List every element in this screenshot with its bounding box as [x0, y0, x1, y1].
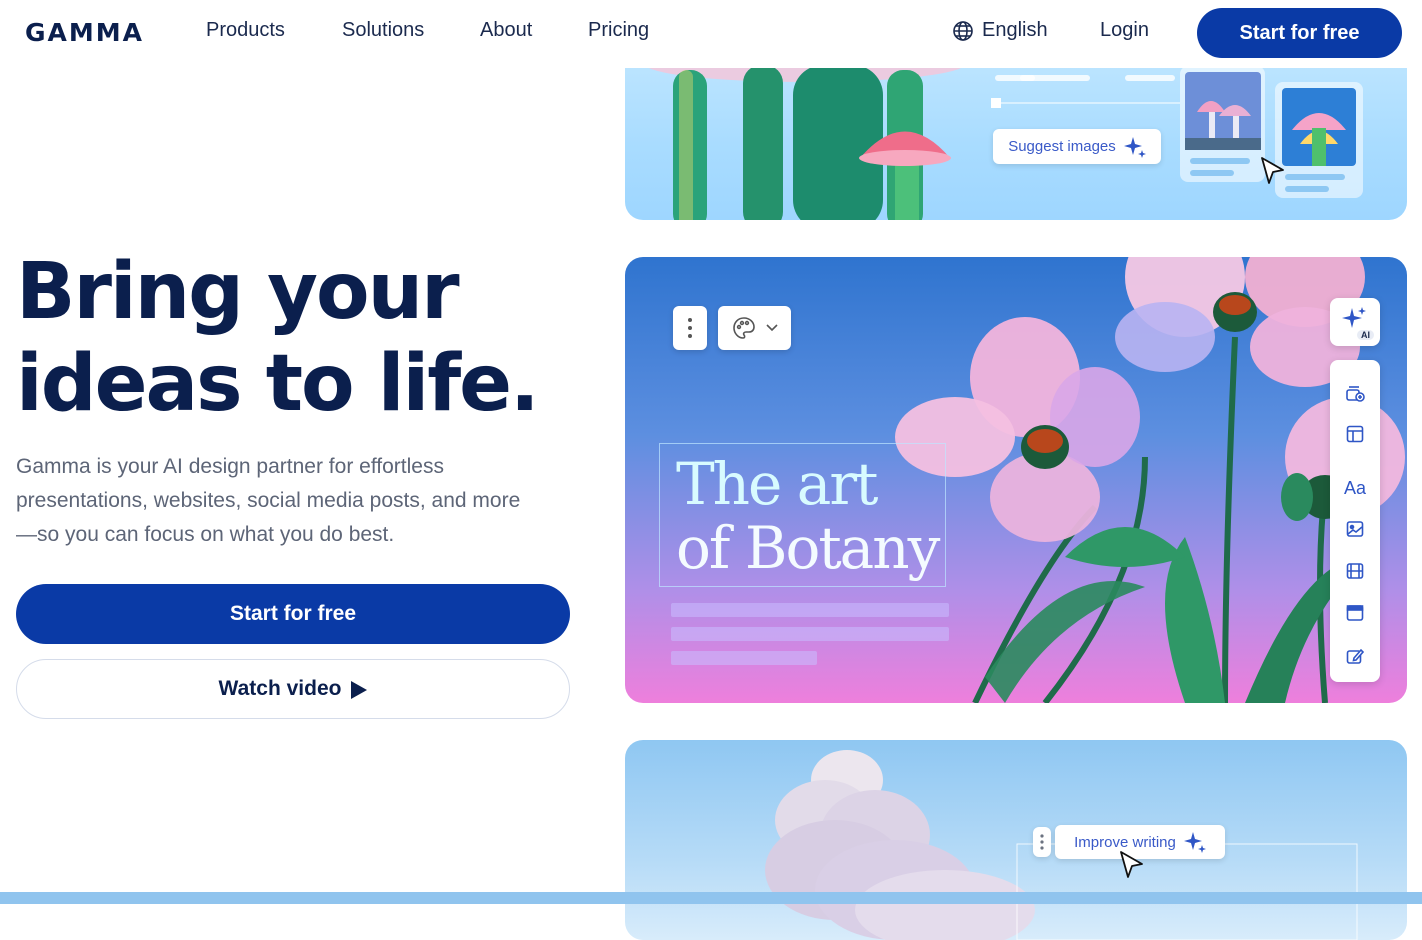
improve-writing-label: Improve writing [1074, 833, 1176, 851]
nav-link-about[interactable]: About [480, 19, 532, 42]
ai-badge: AI [1357, 330, 1374, 340]
gamma-logo[interactable]: GAMMA [25, 18, 144, 47]
watch-video-button[interactable]: Watch video [16, 659, 570, 719]
cards-plus-icon [1346, 386, 1365, 402]
chevron-down-icon [765, 324, 778, 332]
hero-title-line-1: Bring your [16, 247, 460, 337]
layout-icon [1346, 425, 1364, 443]
cloud-illustration [765, 750, 1358, 940]
hero-subtitle: Gamma is your AI design partner for effo… [16, 455, 521, 546]
language-label: English [982, 19, 1048, 41]
watch-video-label: Watch video [218, 677, 342, 700]
showcase-card-clouds [625, 740, 1407, 940]
palette-icon [732, 317, 755, 339]
film-icon [1346, 563, 1364, 579]
sparkle-icon [1123, 136, 1146, 158]
image-icon [1346, 521, 1364, 537]
hero-title: Bring your ideas to life. [16, 246, 540, 430]
placeholder-text-line-1 [671, 603, 949, 617]
nav-link-solutions[interactable]: Solutions [342, 19, 424, 42]
botany-title-line-2: of Botany [676, 514, 940, 582]
nav-link-products[interactable]: Products [206, 19, 285, 42]
vertical-dots-icon [688, 318, 692, 338]
card-options-button[interactable] [673, 306, 707, 350]
login-link[interactable]: Login [1100, 19, 1149, 42]
globe-icon [953, 20, 973, 41]
sparkle-icon [1183, 832, 1206, 853]
page-bottom-strip [0, 892, 1422, 904]
vertical-dots-icon [1040, 834, 1044, 850]
language-selector[interactable]: English [952, 19, 1048, 42]
theme-picker-button[interactable] [718, 306, 791, 350]
mushroom-thumb-icon [1185, 72, 1261, 150]
text-tool[interactable]: Aa [1343, 476, 1367, 500]
block-options-button[interactable] [1033, 827, 1051, 857]
start-for-free-button[interactable]: Start for free [16, 584, 570, 644]
nav-link-pricing[interactable]: Pricing [588, 19, 649, 42]
suggest-images-chip[interactable]: Suggest images [993, 129, 1161, 164]
botany-title-line-1: The art [676, 450, 878, 518]
placeholder-text-line-2 [671, 627, 949, 641]
placeholder-text-line-3 [671, 651, 817, 665]
suggest-images-label: Suggest images [1008, 138, 1116, 155]
video-tool[interactable] [1343, 559, 1367, 583]
window-icon [1346, 605, 1364, 621]
insert-toolbar: Aa [1330, 360, 1380, 682]
image-tool[interactable] [1343, 517, 1367, 541]
image-thumbnail-1[interactable] [1180, 66, 1265, 182]
nav-start-for-free-button[interactable]: Start for free [1197, 8, 1402, 58]
play-icon [351, 681, 368, 699]
mushroom-thumb-selected-icon [1282, 88, 1356, 166]
cursor-icon [1261, 157, 1284, 184]
form-tool[interactable] [1343, 644, 1367, 668]
top-navigation: GAMMA Products Solutions About Pricing E… [0, 0, 1422, 68]
embed-tool[interactable] [1343, 601, 1367, 625]
cursor-icon [1120, 851, 1143, 878]
ai-assist-button[interactable]: AI [1330, 298, 1380, 346]
hero-title-line-2: ideas to life. [16, 339, 540, 429]
botany-title: The art of Botany [676, 450, 940, 582]
image-thumbnail-2[interactable] [1275, 82, 1363, 198]
edit-box-icon [1346, 648, 1364, 664]
layout-tool[interactable] [1343, 422, 1367, 446]
add-card-tool[interactable] [1343, 381, 1367, 405]
